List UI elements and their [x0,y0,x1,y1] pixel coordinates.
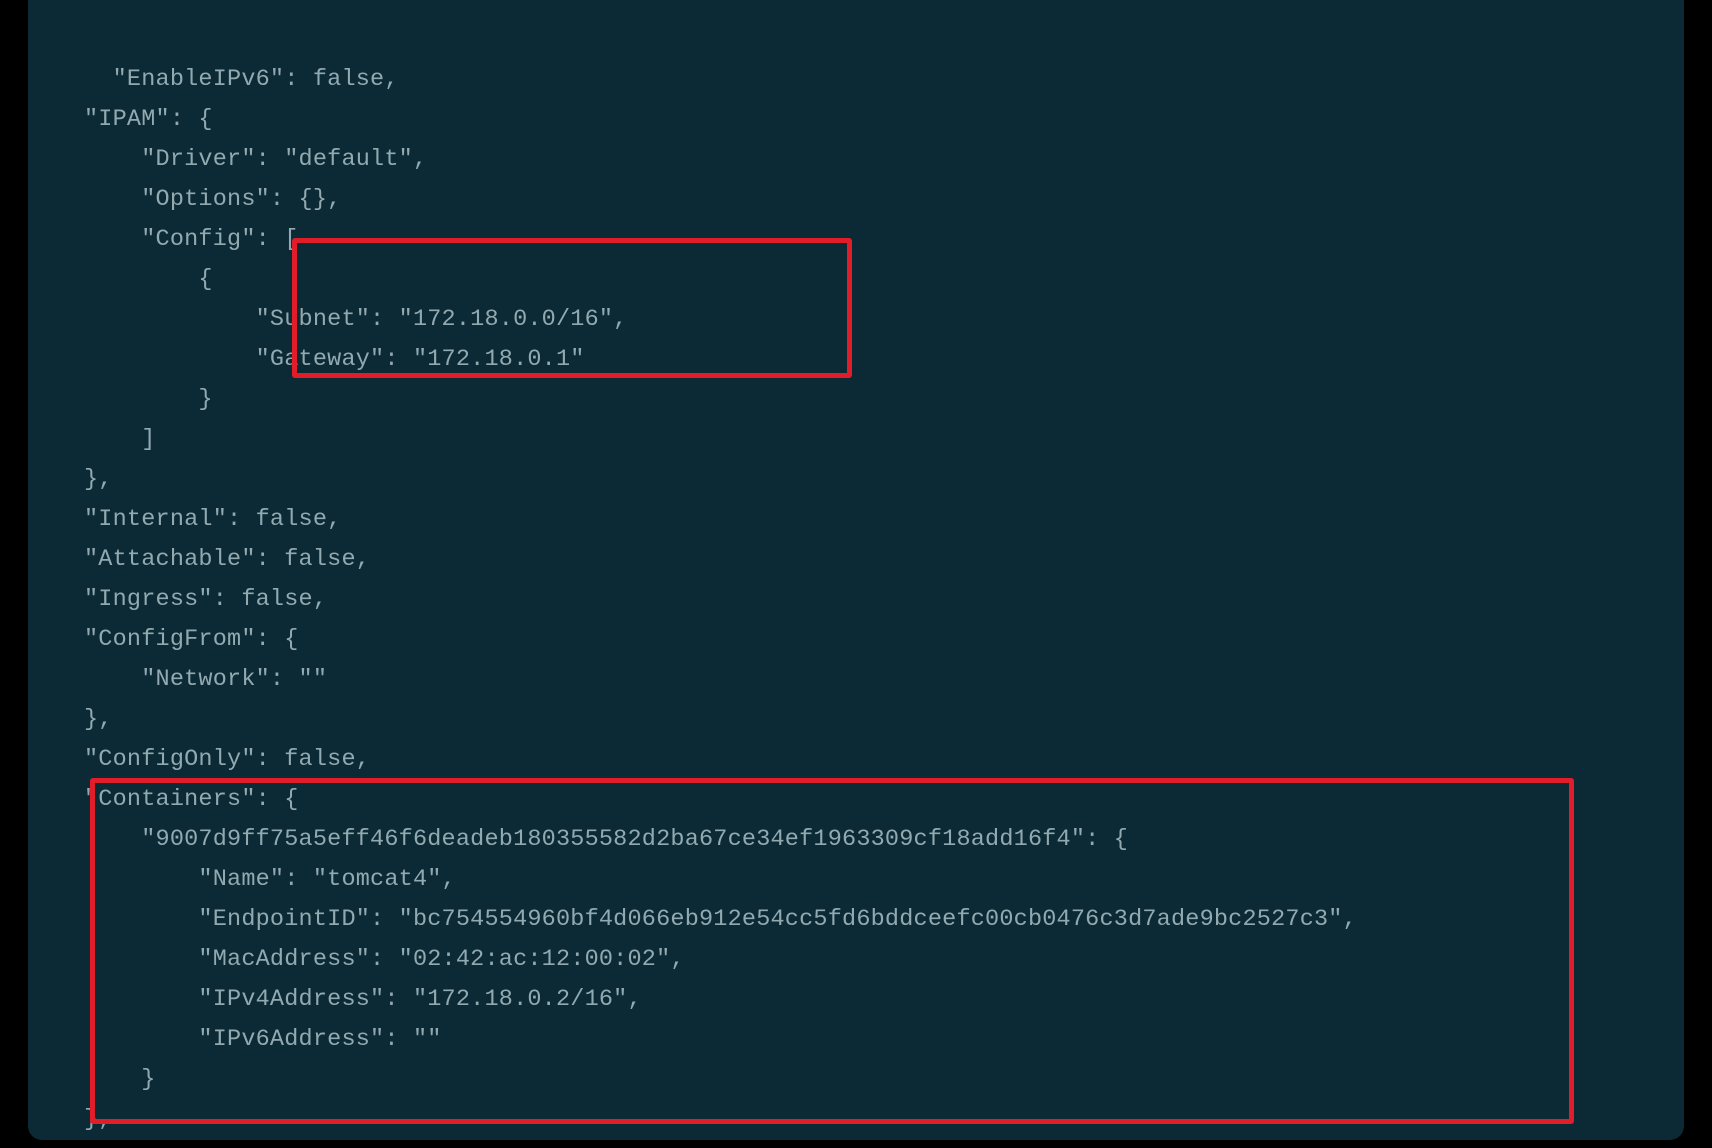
code-line: }, [84,1106,113,1133]
code-line: } [84,1066,156,1093]
code-line: "IPAM": { [84,106,213,133]
code-line: "Ingress": false, [84,586,327,613]
terminal-output: "EnableIPv6": false, "IPAM": { "Driver":… [28,0,1684,1140]
terminal-window: "EnableIPv6": false, "IPAM": { "Driver":… [28,0,1684,1140]
code-line: "9007d9ff75a5eff46f6deadeb180355582d2ba6… [84,826,1128,853]
code-line: "Attachable": false, [84,546,370,573]
code-line: "Containers": { [84,786,299,813]
code-line: "EnableIPv6": false, [84,66,399,93]
code-line: }, [84,706,113,733]
code-line: "Internal": false, [84,506,341,533]
code-line: } [84,386,213,413]
code-line: }, [84,466,113,493]
code-line: "Driver": "default", [84,146,427,173]
code-line: "Options": {}, [84,186,341,213]
code-line: "MacAddress": "02:42:ac:12:00:02", [84,946,685,973]
code-line: "Gateway": "172.18.0.1" [84,346,585,373]
code-line: "Subnet": "172.18.0.0/16", [84,306,628,333]
code-line: "ConfigFrom": { [84,626,299,653]
code-line: "EndpointID": "bc754554960bf4d066eb912e5… [84,906,1357,933]
code-line: "Config": [ [84,226,299,253]
code-line: "ConfigOnly": false, [84,746,370,773]
code-line: "IPv6Address": "" [84,1026,442,1053]
code-line: "Name": "tomcat4", [84,866,456,893]
code-line: { [84,266,213,293]
code-line: "Network": "" [84,666,327,693]
code-line: "IPv4Address": "172.18.0.2/16", [84,986,642,1013]
code-line: ] [84,426,156,453]
